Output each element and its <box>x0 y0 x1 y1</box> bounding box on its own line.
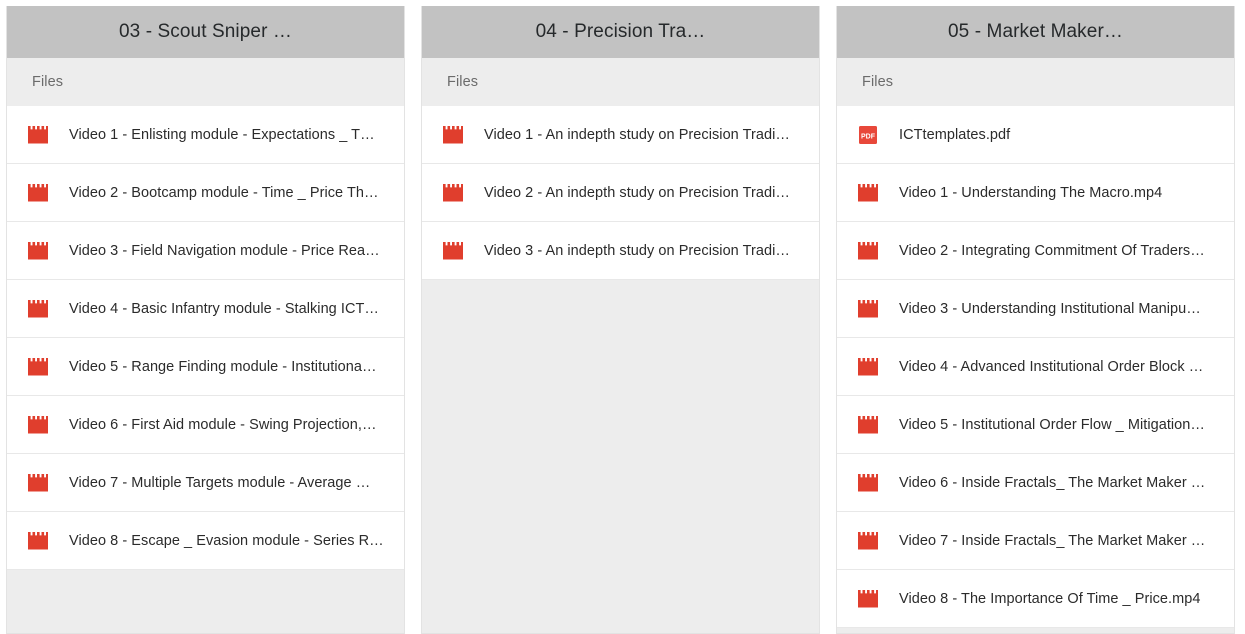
column-empty-space <box>422 280 819 633</box>
file-name: Video 7 - Multiple Targets module - Aver… <box>69 474 371 491</box>
file-name: Video 4 - Advanced Institutional Order B… <box>899 358 1204 375</box>
video-file-icon <box>837 357 899 376</box>
file-list-item[interactable]: Video 2 - Integrating Commitment Of Trad… <box>837 222 1234 280</box>
file-name: Video 3 - Field Navigation module - Pric… <box>69 242 380 259</box>
file-name: Video 2 - Integrating Commitment Of Trad… <box>899 242 1205 259</box>
file-list-item[interactable]: Video 2 - Bootcamp module - Time _ Price… <box>7 164 404 222</box>
file-name: Video 6 - First Aid module - Swing Proje… <box>69 416 377 433</box>
file-list-item[interactable]: Video 3 - Understanding Institutional Ma… <box>837 280 1234 338</box>
files-section-header: Files <box>422 58 819 106</box>
file-name: Video 5 - Range Finding module - Institu… <box>69 358 377 375</box>
file-list-item[interactable]: Video 8 - The Importance Of Time _ Price… <box>837 570 1234 628</box>
file-list: Video 1 - An indepth study on Precision … <box>422 106 819 280</box>
file-name: Video 7 - Inside Fractals_ The Market Ma… <box>899 532 1206 549</box>
video-file-icon <box>7 415 69 434</box>
folder-columns-board: 03 - Scout Sniper … Files Video 1 - Enlist… <box>0 0 1245 634</box>
video-file-icon <box>7 125 69 144</box>
column-title: 05 - Market Maker… <box>948 20 1123 42</box>
video-file-icon <box>837 415 899 434</box>
files-section-label: Files <box>447 74 479 90</box>
file-name: Video 1 - Enlisting module - Expectation… <box>69 126 375 143</box>
video-file-icon <box>422 125 484 144</box>
file-name: Video 6 - Inside Fractals_ The Market Ma… <box>899 474 1206 491</box>
file-name: Video 3 - An indepth study on Precision … <box>484 242 790 259</box>
file-list-item[interactable]: Video 4 - Advanced Institutional Order B… <box>837 338 1234 396</box>
file-list-item[interactable]: Video 7 - Inside Fractals_ The Market Ma… <box>837 512 1234 570</box>
pdf-file-icon: PDF <box>837 125 899 144</box>
svg-text:PDF: PDF <box>861 133 876 140</box>
folder-column: 04 - Precision Tra… Files Video 1 - An ind… <box>421 6 820 634</box>
file-list-item[interactable]: Video 1 - Enlisting module - Expectation… <box>7 106 404 164</box>
file-name: Video 4 - Basic Infantry module - Stalki… <box>69 300 379 317</box>
video-file-icon <box>7 241 69 260</box>
file-list-item[interactable]: Video 3 - An indepth study on Precision … <box>422 222 819 280</box>
file-name: Video 3 - Understanding Institutional Ma… <box>899 300 1201 317</box>
video-file-icon <box>837 183 899 202</box>
file-list-item[interactable]: Video 8 - Escape _ Evasion module - Seri… <box>7 512 404 570</box>
file-list-item[interactable]: Video 1 - Understanding The Macro.mp4 <box>837 164 1234 222</box>
file-list-item[interactable]: Video 4 - Basic Infantry module - Stalki… <box>7 280 404 338</box>
folder-column: 05 - Market Maker… Files PDF ICTtemplates.p… <box>836 6 1235 634</box>
file-list-item[interactable]: Video 5 - Institutional Order Flow _ Mit… <box>837 396 1234 454</box>
files-section-label: Files <box>862 74 894 90</box>
video-file-icon <box>422 241 484 260</box>
files-section-header: Files <box>7 58 404 106</box>
file-name: Video 8 - Escape _ Evasion module - Seri… <box>69 532 384 549</box>
video-file-icon <box>7 531 69 550</box>
file-name: ICTtemplates.pdf <box>899 126 1011 143</box>
file-list-item[interactable]: Video 5 - Range Finding module - Institu… <box>7 338 404 396</box>
column-header[interactable]: 03 - Scout Sniper … <box>7 6 404 58</box>
files-section-header: Files <box>837 58 1234 106</box>
files-section-label: Files <box>32 74 64 90</box>
column-title: 03 - Scout Sniper … <box>119 20 292 42</box>
video-file-icon <box>7 473 69 492</box>
video-file-icon <box>837 589 899 608</box>
video-file-icon <box>837 473 899 492</box>
folder-column: 03 - Scout Sniper … Files Video 1 - Enlist… <box>6 6 405 634</box>
file-name: Video 8 - The Importance Of Time _ Price… <box>899 590 1201 607</box>
file-name: Video 2 - An indepth study on Precision … <box>484 184 790 201</box>
file-list-item[interactable]: Video 6 - First Aid module - Swing Proje… <box>7 396 404 454</box>
column-empty-space <box>7 570 404 633</box>
file-list-item[interactable]: PDF ICTtemplates.pdf <box>837 106 1234 164</box>
file-list-item[interactable]: Video 2 - An indepth study on Precision … <box>422 164 819 222</box>
file-list-item[interactable]: Video 7 - Multiple Targets module - Aver… <box>7 454 404 512</box>
file-list: PDF ICTtemplates.pdf Video 1 - Understandi… <box>837 106 1234 628</box>
video-file-icon <box>837 531 899 550</box>
video-file-icon <box>7 183 69 202</box>
file-list-item[interactable]: Video 1 - An indepth study on Precision … <box>422 106 819 164</box>
video-file-icon <box>837 299 899 318</box>
file-name: Video 1 - An indepth study on Precision … <box>484 126 790 143</box>
file-list: Video 1 - Enlisting module - Expectation… <box>7 106 404 570</box>
file-name: Video 1 - Understanding The Macro.mp4 <box>899 184 1163 201</box>
file-list-item[interactable]: Video 6 - Inside Fractals_ The Market Ma… <box>837 454 1234 512</box>
video-file-icon <box>7 357 69 376</box>
video-file-icon <box>7 299 69 318</box>
file-list-item[interactable]: Video 3 - Field Navigation module - Pric… <box>7 222 404 280</box>
column-header[interactable]: 05 - Market Maker… <box>837 6 1234 58</box>
file-name: Video 5 - Institutional Order Flow _ Mit… <box>899 416 1205 433</box>
file-name: Video 2 - Bootcamp module - Time _ Price… <box>69 184 379 201</box>
column-title: 04 - Precision Tra… <box>535 20 706 42</box>
video-file-icon <box>837 241 899 260</box>
video-file-icon <box>422 183 484 202</box>
column-header[interactable]: 04 - Precision Tra… <box>422 6 819 58</box>
